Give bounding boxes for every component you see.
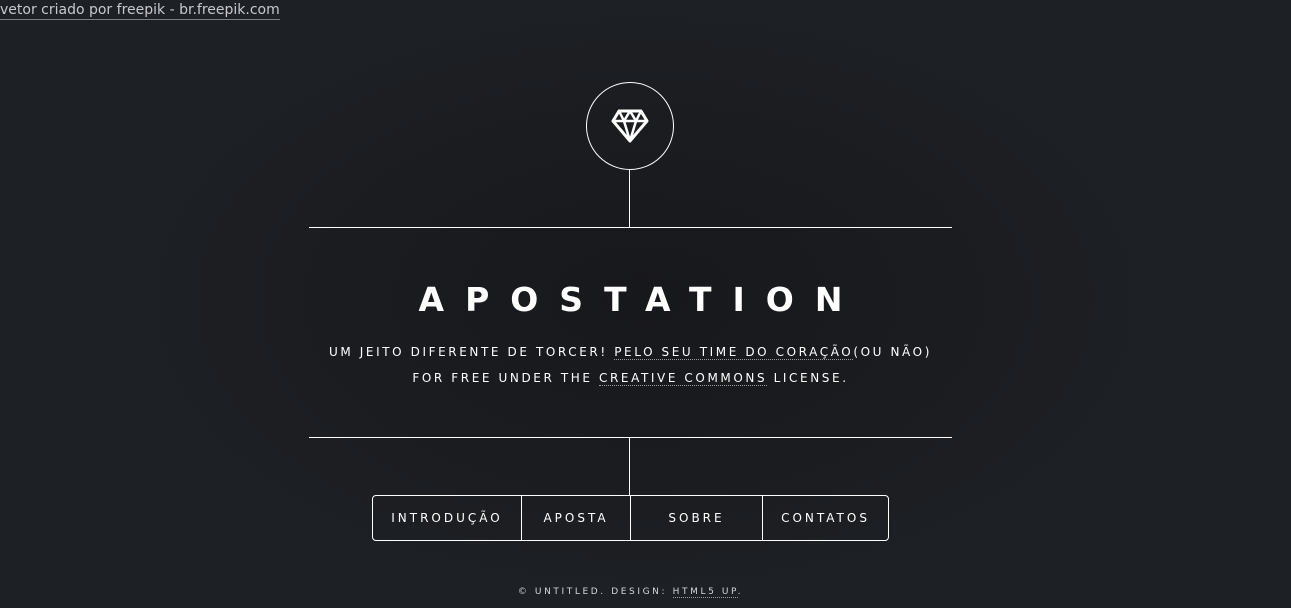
diamond-icon — [611, 109, 649, 143]
html5up-link[interactable]: HTML5 UP — [672, 587, 738, 598]
freepik-credit-link[interactable]: vetor criado por freepik - br.freepik.co… — [0, 2, 280, 20]
main-nav: INTRODUÇÃO APOSTA SOBRE CONTATOS — [372, 495, 889, 541]
nav-item-introducao[interactable]: INTRODUÇÃO — [373, 496, 521, 540]
nav-item-sobre[interactable]: SOBRE — [630, 496, 762, 540]
tagline-line-1-suffix: (OU NÃO) — [853, 345, 932, 359]
nav-item-contatos[interactable]: CONTATOS — [762, 496, 888, 540]
footer-text: © UNTITLED. DESIGN: — [517, 587, 673, 597]
divider-top — [309, 227, 952, 228]
tagline-line-1: UM JEITO DIFERENTE DE TORCER! PELO SEU T… — [259, 344, 1002, 360]
footer-copyright: © UNTITLED. DESIGN: HTML5 UP. — [309, 585, 952, 599]
connector-line-bottom — [629, 438, 630, 495]
nav-item-aposta[interactable]: APOSTA — [521, 496, 630, 540]
divider-bottom — [309, 437, 952, 438]
tagline-line-2-text: FOR FREE UNDER THE — [412, 371, 599, 385]
tagline-line-2: FOR FREE UNDER THE CREATIVE COMMONS LICE… — [259, 370, 1002, 386]
logo — [586, 82, 674, 170]
creative-commons-link[interactable]: CREATIVE COMMONS — [598, 371, 768, 386]
tagline-line-2-suffix: LICENSE. — [767, 371, 849, 385]
site-title: APOSTATION — [418, 280, 864, 319]
tagline-line-1-text: UM JEITO DIFERENTE DE TORCER! — [329, 345, 615, 359]
tagline-link-time[interactable]: PELO SEU TIME DO CORAÇÃO — [614, 345, 854, 360]
connector-line-top — [629, 170, 630, 227]
footer-suffix: . — [737, 587, 744, 597]
